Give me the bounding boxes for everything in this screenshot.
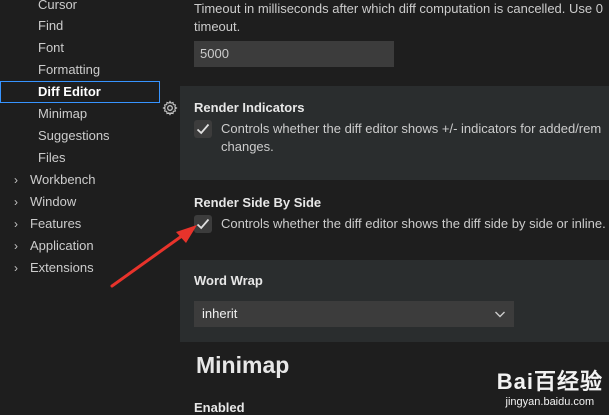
chevron-right-icon: › xyxy=(14,261,18,275)
section-title-minimap: Minimap xyxy=(196,352,290,378)
setting-word-wrap: Word Wrap inherit xyxy=(180,260,609,342)
tree-item-font[interactable]: Font xyxy=(0,37,160,59)
setting-max-computation-time: Timeout in milliseconds after which diff… xyxy=(180,0,609,74)
watermark-url: jingyan.baidu.com xyxy=(505,396,595,408)
render-side-by-side-checkbox[interactable] xyxy=(194,215,212,233)
tree-group-extensions[interactable]: › Extensions xyxy=(0,257,160,279)
gear-icon[interactable] xyxy=(162,100,178,116)
setting-title-enabled: Enabled xyxy=(194,400,245,415)
tree-item-label: Diff Editor xyxy=(38,84,101,99)
watermark-brand: Bai百经验 xyxy=(496,369,603,394)
render-indicators-checkbox[interactable] xyxy=(194,120,212,138)
settings-list: Timeout in milliseconds after which diff… xyxy=(180,0,609,415)
tree-group-label: Window xyxy=(30,194,77,209)
setting-render-indicators: Render Indicators Controls whether the d… xyxy=(180,86,609,180)
tree-group-label: Application xyxy=(30,238,94,253)
setting-description: Controls whether the diff editor shows +… xyxy=(221,121,602,136)
tree-group-features[interactable]: › Features xyxy=(0,213,160,235)
tree-item-suggestions[interactable]: Suggestions xyxy=(0,125,160,147)
setting-render-side-by-side: Render Side By Side Controls whether the… xyxy=(180,186,609,246)
tree-group-window[interactable]: › Window xyxy=(0,191,160,213)
max-computation-time-input[interactable]: 5000 xyxy=(194,41,394,67)
setting-title: Render Side By Side xyxy=(194,195,322,210)
tree-group-label: Workbench xyxy=(30,172,96,187)
checkmark-icon xyxy=(196,218,210,230)
tree-item-minimap[interactable]: Minimap xyxy=(0,103,160,125)
tree-item-label: Minimap xyxy=(38,106,88,121)
tree-item-label: Cursor xyxy=(38,0,78,12)
tree-group-label: Extensions xyxy=(30,260,94,275)
chevron-right-icon: › xyxy=(14,173,18,187)
settings-tree: Cursor Find Font Formatting Diff Editor … xyxy=(0,0,168,412)
tree-group-application[interactable]: › Application xyxy=(0,235,160,257)
tree-item-diff-editor[interactable]: Diff Editor xyxy=(0,81,160,103)
tree-item-label: Suggestions xyxy=(38,128,110,143)
tree-item-find[interactable]: Find xyxy=(0,15,160,37)
tree-item-label: Files xyxy=(38,150,66,165)
select-value: inherit xyxy=(202,306,238,321)
watermark: Bai百经验 jingyan.baidu.com xyxy=(497,364,603,408)
tree-group-workbench[interactable]: › Workbench xyxy=(0,169,160,191)
setting-title: Word Wrap xyxy=(194,273,263,288)
chevron-right-icon: › xyxy=(14,217,18,231)
chevron-down-icon xyxy=(494,301,506,336)
tree-item-formatting[interactable]: Formatting xyxy=(0,59,160,81)
chevron-right-icon: › xyxy=(14,239,18,253)
setting-title: Render Indicators xyxy=(194,100,305,115)
tree-group-label: Features xyxy=(30,216,82,231)
checkmark-icon xyxy=(196,123,210,135)
tree-item-label: Find xyxy=(38,18,64,33)
chevron-right-icon: › xyxy=(14,195,18,209)
tree-item-cursor[interactable]: Cursor xyxy=(0,0,160,16)
tree-item-files[interactable]: Files xyxy=(0,147,160,169)
setting-description-cont: timeout. xyxy=(194,19,241,34)
word-wrap-select[interactable]: inherit xyxy=(194,301,514,327)
tree-item-label: Formatting xyxy=(38,62,101,77)
tree-item-label: Font xyxy=(38,40,65,55)
setting-description-cont: changes. xyxy=(221,139,274,154)
setting-description: Controls whether the diff editor shows t… xyxy=(221,216,606,231)
setting-description: Timeout in milliseconds after which diff… xyxy=(194,1,603,16)
